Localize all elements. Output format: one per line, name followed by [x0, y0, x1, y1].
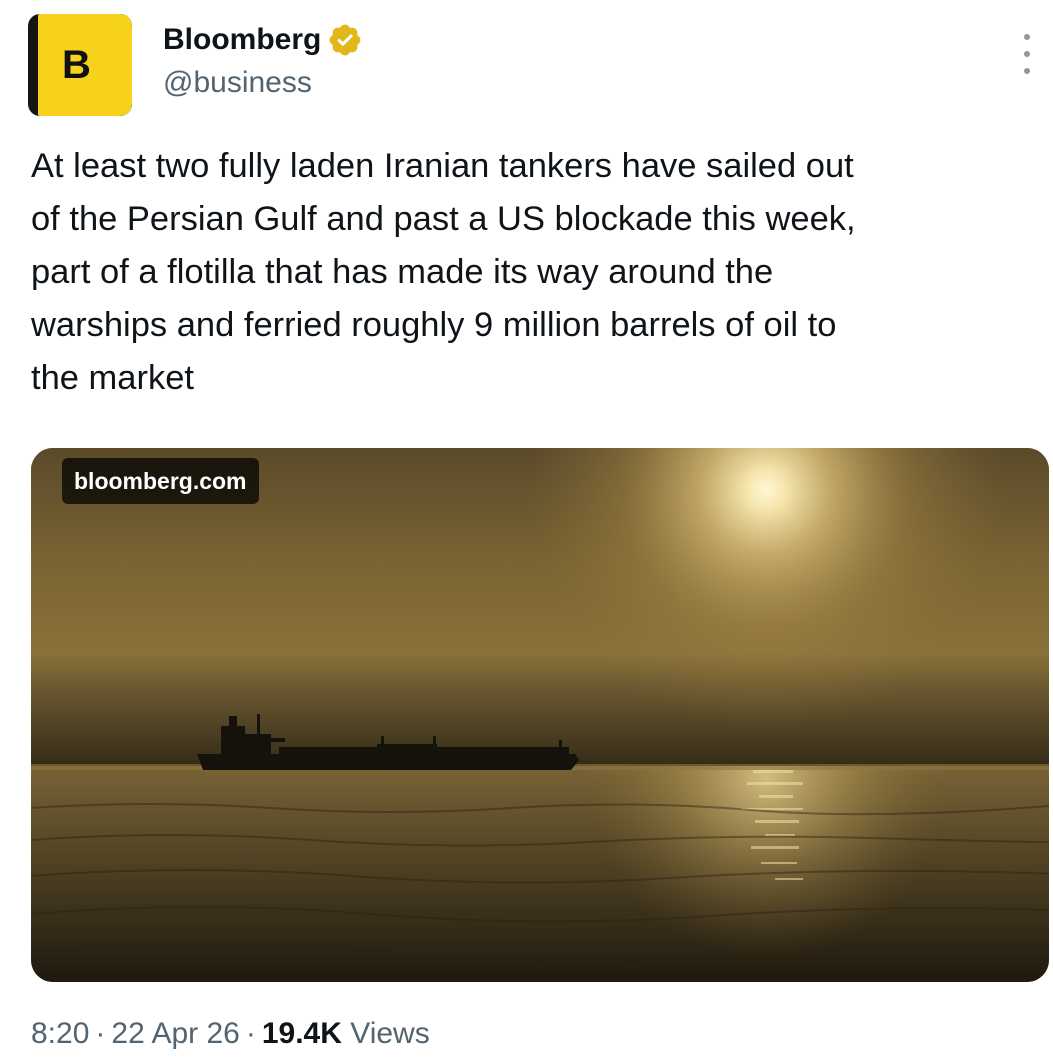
metadata-separator: · [245, 1017, 256, 1050]
more-icon-dot [1024, 68, 1030, 74]
tanker-ship-at-sunset-photo [31, 448, 1049, 982]
tweet-metadata: 8:20 · 22 Apr 26 · 19.4K Views [31, 1014, 430, 1054]
link-domain-badge[interactable]: bloomberg.com [62, 458, 259, 504]
more-icon-dot [1024, 51, 1030, 57]
tweet-date[interactable]: 22 Apr 26 [111, 1017, 239, 1050]
views-label[interactable]: Views [350, 1017, 429, 1050]
tweet-time[interactable]: 8:20 [31, 1017, 89, 1050]
views-count[interactable]: 19.4K [262, 1017, 342, 1050]
avatar[interactable]: B [28, 14, 132, 116]
more-icon[interactable] [1012, 34, 1042, 74]
more-icon-dot [1024, 34, 1030, 40]
metadata-separator: · [95, 1017, 106, 1050]
author-handle[interactable]: @business [163, 64, 312, 102]
avatar-logo-letter: B [62, 42, 91, 87]
link-card-image[interactable] [31, 448, 1049, 982]
author-display-name[interactable]: Bloomberg [163, 20, 321, 60]
verified-badge-icon[interactable] [327, 22, 363, 58]
avatar-logo-background: B [38, 14, 132, 116]
author-name-row: Bloomberg [163, 20, 363, 60]
tweet-text: At least two fully laden Iranian tankers… [31, 147, 856, 397]
